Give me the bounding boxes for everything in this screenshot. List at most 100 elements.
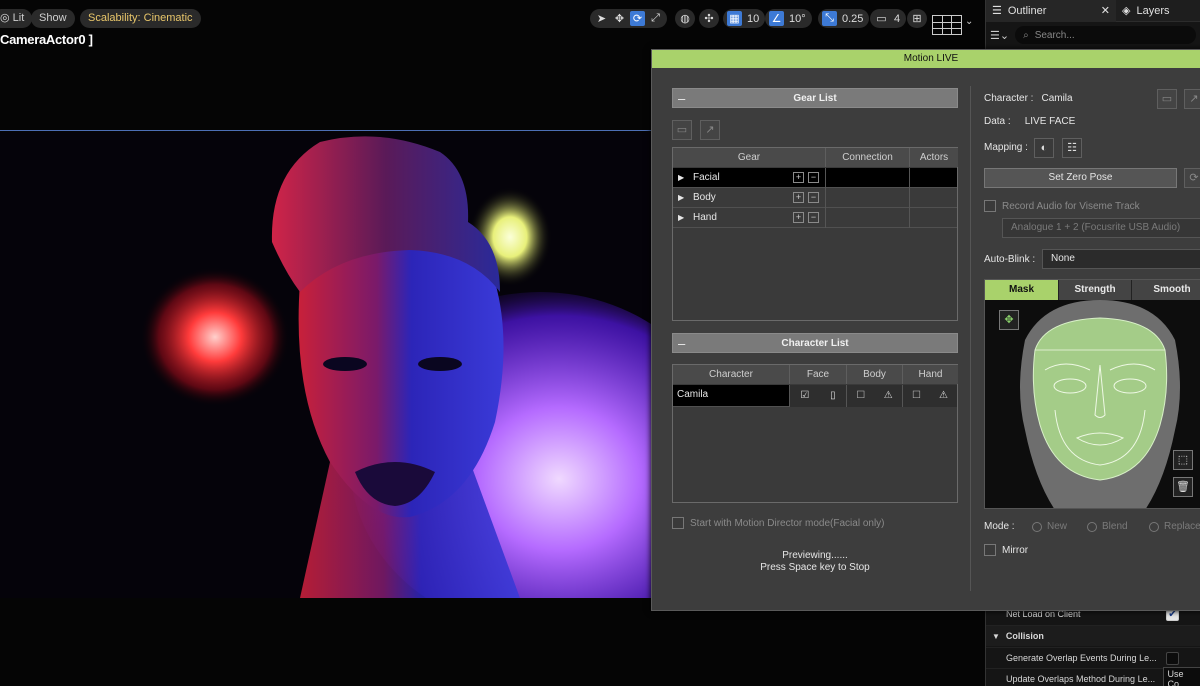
tab-mask[interactable]: Mask <box>985 280 1059 300</box>
gear-row-facial[interactable]: ▶ Facial + − <box>673 168 957 188</box>
actors-cell <box>910 208 957 228</box>
scale-icon[interactable]: ⤢ <box>648 11 663 26</box>
gear-row-body[interactable]: ▶ Body + − <box>673 188 957 208</box>
filter-icon[interactable]: ☰⌄ <box>990 29 1009 42</box>
translate-icon[interactable]: ✥ <box>612 11 627 26</box>
generate-overlap-label: Generate Overlap Events During Le... <box>1006 653 1157 663</box>
face-col-header: Face <box>790 365 847 384</box>
tab-strength[interactable]: Strength <box>1059 280 1132 300</box>
add-icon[interactable]: + <box>793 212 804 223</box>
layers-icon: ◈ <box>1122 5 1131 17</box>
scale-snap-value[interactable]: 0.25 <box>840 13 865 25</box>
grid-snap-group: ▦ 10 <box>723 9 766 28</box>
view-mode-label: Lit <box>12 12 25 24</box>
character-row-camila[interactable]: Camila ☑ ▯ ☐ ⚠ ☐ ⚠ <box>673 385 957 407</box>
tab-smooth[interactable]: Smooth <box>1132 280 1200 300</box>
checkbox-empty-icon[interactable]: ☐ <box>856 386 865 406</box>
record-audio-label: Record Audio for Viseme Track <box>1002 200 1140 212</box>
select-icon[interactable]: ➤ <box>594 11 609 26</box>
mirror-checkbox[interactable] <box>984 544 996 556</box>
save-gear-icon[interactable]: ▭ <box>672 120 692 140</box>
mode-new-option[interactable]: New <box>1032 521 1067 532</box>
set-zero-pose-button[interactable]: Set Zero Pose <box>984 168 1177 188</box>
record-audio-option[interactable]: Record Audio for Viseme Track <box>984 200 1140 212</box>
column-divider <box>970 86 971 591</box>
motion-live-dialog: Motion LIVE – Gear List ▭ ↗ Gear Connect… <box>651 49 1200 611</box>
grid-snap-icon[interactable]: ▦ <box>727 11 742 26</box>
world-local-button[interactable]: ◍ <box>675 9 695 28</box>
scale-snap-group: ⤡ 0.25 <box>818 9 870 28</box>
remove-icon[interactable]: − <box>808 192 819 203</box>
audio-device-dropdown[interactable]: Analogue 1 + 2 (Focusrite USB Audio) <box>1002 218 1200 238</box>
body-cell: ☐ ⚠ <box>847 385 903 407</box>
mask-select-icon[interactable]: ✥ <box>999 310 1019 330</box>
radio-icon[interactable] <box>1149 521 1159 532</box>
collapse-icon: ▼ <box>992 631 1000 641</box>
add-icon[interactable]: + <box>793 192 804 203</box>
remove-icon[interactable]: − <box>808 212 819 223</box>
phone-device-icon[interactable]: ▯ <box>830 386 836 406</box>
record-audio-checkbox[interactable] <box>984 200 996 212</box>
close-icon[interactable]: ✕ <box>1101 4 1110 17</box>
generate-overlap-row: Generate Overlap Events During Le... <box>986 647 1200 668</box>
mask-cursor-icon[interactable]: ⬚ <box>1173 450 1193 470</box>
chevron-down-icon[interactable]: ⌄ <box>965 16 973 27</box>
auto-blink-dropdown[interactable]: None ▼ <box>1042 249 1200 269</box>
maximize-button[interactable]: ⊞ <box>907 9 927 28</box>
mapping-face-icon[interactable]: ◐ <box>1034 138 1054 158</box>
character-info-label: Character : <box>984 93 1034 104</box>
scalability-button[interactable]: Scalability: Cinematic <box>80 9 201 28</box>
checkbox-empty-icon[interactable]: ☐ <box>912 386 921 406</box>
dialog-title[interactable]: Motion LIVE <box>652 50 1200 68</box>
add-icon[interactable]: + <box>793 172 804 183</box>
mode-new-label: New <box>1047 521 1068 532</box>
mirror-option[interactable]: Mirror <box>984 544 1028 556</box>
rotation-snap-value[interactable]: 10° <box>787 13 808 25</box>
remove-icon[interactable]: − <box>808 172 819 183</box>
camera-label: CameraActor0 ] <box>0 32 93 47</box>
search-input[interactable]: ⌕ Search... <box>1015 26 1196 44</box>
load-profile-icon[interactable]: ↗ <box>1184 89 1200 109</box>
gear-list-title: Gear List <box>793 93 837 104</box>
update-overlaps-dropdown[interactable]: Use Co <box>1163 667 1200 686</box>
motion-director-checkbox[interactable] <box>672 517 684 529</box>
motion-director-option[interactable]: Start with Motion Director mode(Facial o… <box>672 517 885 529</box>
expand-icon[interactable]: ▶ <box>678 208 684 228</box>
tab-layers[interactable]: ◈ Layers <box>1116 0 1176 22</box>
collision-category[interactable]: ▼ Collision <box>986 625 1200 646</box>
warning-icon: ⚠ <box>883 390 893 401</box>
face-cell: ☑ ▯ <box>790 385 847 407</box>
view-mode-button[interactable]: ◎ Lit <box>0 9 33 28</box>
expand-icon[interactable]: ▶ <box>678 168 684 188</box>
gear-row-hand[interactable]: ▶ Hand + − <box>673 208 957 228</box>
rotate-icon[interactable]: ⟳ <box>630 11 645 26</box>
rotation-snap-group: ∠ 10° <box>765 9 812 28</box>
surface-snap-button[interactable]: ✣ <box>699 9 719 28</box>
generate-overlap-checkbox[interactable] <box>1166 651 1179 665</box>
angle-icon[interactable]: ∠ <box>769 11 784 26</box>
export-gear-icon[interactable]: ↗ <box>700 120 720 140</box>
reset-icon[interactable]: ⟳ <box>1184 168 1200 188</box>
expand-icon[interactable]: ▶ <box>678 188 684 208</box>
radio-icon[interactable] <box>1087 521 1097 532</box>
checkbox-checked-icon[interactable]: ☑ <box>800 386 809 406</box>
save-profile-icon[interactable]: ▭ <box>1157 89 1177 109</box>
camera-icon[interactable]: ▭ <box>874 11 889 26</box>
grid-snap-value[interactable]: 10 <box>745 13 761 25</box>
actors-col-header: Actors <box>910 148 958 167</box>
mapping-list-icon[interactable]: ☷ <box>1062 138 1082 158</box>
layout-grid-icon[interactable] <box>932 15 962 35</box>
camera-speed-value[interactable]: 4 <box>892 13 902 25</box>
trash-icon[interactable]: 🗑 <box>1173 477 1193 497</box>
scale-snap-icon[interactable]: ⤡ <box>822 11 837 26</box>
show-button[interactable]: Show <box>31 9 75 28</box>
character-list-header[interactable]: – Character List <box>672 333 958 353</box>
mode-replace-option[interactable]: Replace <box>1149 521 1200 532</box>
outliner-tab-label: Outliner <box>1007 4 1047 17</box>
tab-outliner[interactable]: ☰ Outliner ✕ <box>986 0 1116 22</box>
radio-icon[interactable] <box>1032 521 1042 532</box>
gear-list-header[interactable]: – Gear List <box>672 88 958 108</box>
mode-blend-option[interactable]: Blend <box>1087 521 1128 532</box>
data-info-value: LIVE FACE <box>1024 116 1076 127</box>
preview-status-line1: Previewing...... <box>782 550 848 561</box>
